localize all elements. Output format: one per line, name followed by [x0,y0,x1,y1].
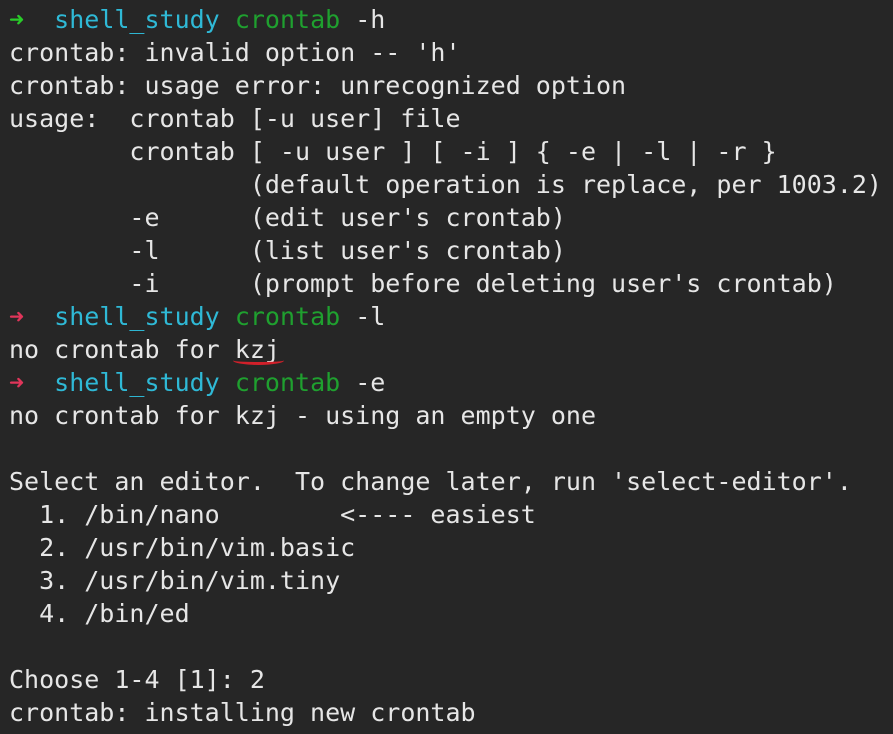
highlighted-username: kzj [232,335,285,365]
prompt-args: -e [340,368,386,397]
output-line: no crontab for kzj - using an empty one [9,401,596,430]
prompt-arrow-icon: ➜ [9,368,25,397]
prompt-args: -l [340,302,386,331]
output-line: no crontab for kzj [9,333,893,366]
editor-option-3: 3. /usr/bin/vim.tiny [9,566,341,595]
no-crontab-prefix: no crontab for [9,335,235,364]
output-line: crontab [ -u user ] [ -i ] { -e | -l | -… [9,137,777,166]
output-line: usage: crontab [-u user] file [9,104,461,133]
output-line: crontab: installing new crontab [9,698,476,727]
prompt-line-3: ➜ shell_study crontab -e [9,366,893,399]
prompt-line-1: ➜ shell_study crontab -h [9,3,893,36]
output-line: Select an editor. To change later, run '… [9,467,852,496]
editor-option-4: 4. /bin/ed [9,599,190,628]
prompt-directory: shell_study [54,5,220,34]
prompt-arrow-icon: ➜ [9,302,25,331]
prompt-line-2: ➜ shell_study crontab -l [9,300,893,333]
prompt-command: crontab [234,302,341,331]
output-line: -l (list user's crontab) [9,236,566,265]
prompt-arrow-icon: ➜ [9,5,25,34]
output-line: crontab: usage error: unrecognized optio… [9,71,627,100]
editor-option-1: 1. /bin/nano <---- easiest [9,500,536,529]
prompt-command: crontab [234,5,341,34]
output-line: -e (edit user's crontab) [9,203,566,232]
editor-option-2: 2. /usr/bin/vim.basic [9,533,356,562]
prompt-directory: shell_study [54,368,220,397]
output-line: (default operation is replace, per 1003.… [9,170,882,199]
prompt-directory: shell_study [54,302,220,331]
output-line: crontab: invalid option -- 'h' [9,38,461,67]
prompt-args: -h [340,5,386,34]
terminal-window[interactable]: ➜ shell_study crontab -h crontab: invali… [0,0,893,734]
output-line: -i (prompt before deleting user's cronta… [9,269,837,298]
editor-choice-line: Choose 1-4 [1]: 2 [9,665,265,694]
prompt-command: crontab [234,368,341,397]
